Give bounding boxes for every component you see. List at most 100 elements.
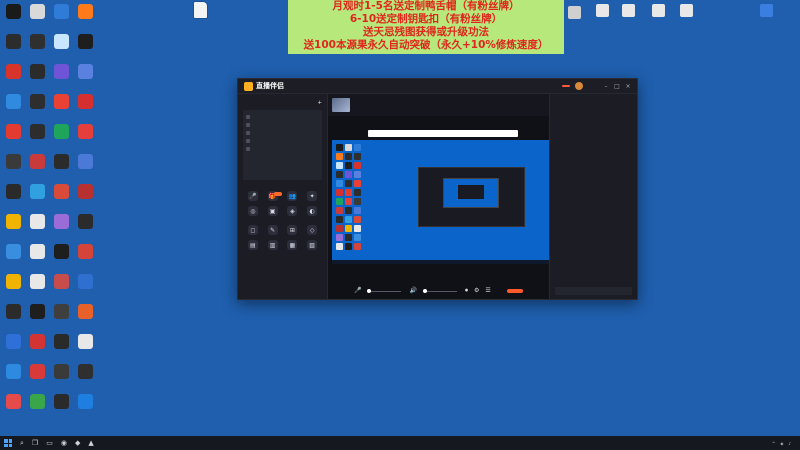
desktop-shortcut-icon[interactable]: [74, 272, 97, 302]
tool-button[interactable]: ▧: [302, 240, 322, 251]
desktop-shortcut-icon[interactable]: [26, 122, 49, 152]
desktop-file-icon[interactable]: [185, 2, 215, 29]
go-live-title-button[interactable]: [562, 85, 570, 87]
stream-thumbnail[interactable]: [332, 98, 350, 112]
desktop-shortcut-icon[interactable]: [560, 6, 588, 30]
desktop-shortcut-icon[interactable]: [50, 272, 73, 302]
tool-button[interactable]: ⊞: [283, 225, 303, 236]
desktop-shortcut-icon[interactable]: [74, 92, 97, 122]
scene-source-row[interactable]: [246, 113, 319, 121]
tool-button[interactable]: 👥: [283, 191, 303, 202]
desktop-shortcut-icon[interactable]: [74, 2, 97, 32]
desktop-shortcut-icon[interactable]: [50, 152, 73, 182]
desktop-shortcut-icon[interactable]: [26, 2, 49, 32]
desktop-shortcut-icon[interactable]: [74, 62, 97, 92]
minimize-icon[interactable]: –: [603, 83, 609, 90]
desktop-shortcut-icon[interactable]: [2, 32, 25, 62]
desktop-shortcut-icon[interactable]: [2, 362, 25, 392]
desktop-shortcut-icon[interactable]: [2, 242, 25, 272]
desktop-shortcut-icon[interactable]: [26, 62, 49, 92]
desktop-shortcut-icon[interactable]: [2, 212, 25, 242]
desktop-shortcut-icon[interactable]: [74, 32, 97, 62]
desktop-shortcut-icon[interactable]: [74, 182, 97, 212]
tool-button[interactable]: ◎: [243, 206, 263, 217]
desktop-shortcut-icon[interactable]: [2, 2, 25, 32]
desktop-shortcut-icon[interactable]: [26, 152, 49, 182]
desktop-shortcut-icon[interactable]: [614, 4, 642, 28]
add-scene-icon[interactable]: +: [317, 100, 322, 106]
settings-control[interactable]: ⚙: [474, 287, 479, 295]
desktop-shortcut-icon[interactable]: [74, 302, 97, 332]
desktop-shortcut-icon[interactable]: [74, 332, 97, 362]
desktop-shortcut-icon[interactable]: [74, 362, 97, 392]
app-taskbar-icon[interactable]: ◆: [75, 439, 80, 447]
volume-icon[interactable]: ♪: [788, 441, 791, 446]
desktop-shortcut-icon[interactable]: [50, 122, 73, 152]
desktop-shortcut-icon[interactable]: [50, 362, 73, 392]
desktop-shortcut-icon[interactable]: [26, 272, 49, 302]
more-control[interactable]: ☰: [485, 287, 490, 295]
tool-button[interactable]: ✎: [263, 225, 283, 236]
chat-input[interactable]: [555, 287, 632, 295]
desktop-shortcut-icon[interactable]: [50, 32, 73, 62]
tool-button[interactable]: ✦: [302, 191, 322, 202]
desktop-shortcut-icon[interactable]: [2, 302, 25, 332]
desktop-shortcut-icon[interactable]: [26, 332, 49, 362]
record-control[interactable]: ⏺: [465, 287, 468, 296]
start-live-button[interactable]: [507, 289, 523, 293]
desktop-shortcut-icon[interactable]: [672, 4, 700, 28]
desktop-shortcut-icon[interactable]: [50, 302, 73, 332]
desktop-shortcut-icon[interactable]: [588, 4, 616, 28]
desktop-shortcut-icon[interactable]: [50, 332, 73, 362]
desktop-shortcut-icon[interactable]: [74, 122, 97, 152]
speaker-control[interactable]: 🔊: [409, 287, 416, 295]
desktop-shortcut-icon[interactable]: [2, 332, 25, 362]
tool-button[interactable]: ◐: [302, 206, 322, 217]
desktop-shortcut-icon[interactable]: [50, 2, 73, 32]
mic-volume-slider[interactable]: [367, 288, 403, 293]
mic-control[interactable]: 🎤: [354, 287, 361, 295]
desktop-shortcut-icon[interactable]: [26, 302, 49, 332]
desktop-shortcut-icon[interactable]: [50, 242, 73, 272]
desktop-shortcut-icon[interactable]: [26, 92, 49, 122]
desktop-shortcut-icon[interactable]: [26, 182, 49, 212]
desktop-shortcut-icon[interactable]: [2, 392, 25, 422]
orange-tip-banner[interactable]: [274, 192, 282, 196]
desktop-shortcut-icon[interactable]: [26, 362, 49, 392]
desktop-shortcut-icon[interactable]: [50, 62, 73, 92]
close-icon[interactable]: ×: [625, 83, 631, 90]
desktop-shortcut-icon[interactable]: [26, 392, 49, 422]
desktop-shortcut-icon[interactable]: [26, 242, 49, 272]
windows-start-icon[interactable]: [4, 439, 12, 447]
scene-source-row[interactable]: [246, 129, 319, 137]
chevron-up-icon[interactable]: ^: [772, 441, 775, 446]
desktop-shortcut-icon[interactable]: [2, 122, 25, 152]
tool-button[interactable]: ▥: [263, 240, 283, 251]
desktop-shortcut-icon[interactable]: [2, 182, 25, 212]
notice-bar[interactable]: [368, 130, 518, 137]
desktop-shortcut-icon[interactable]: [50, 392, 73, 422]
network-icon[interactable]: ◈: [780, 441, 783, 446]
desktop-shortcut-icon[interactable]: [26, 212, 49, 242]
tool-button[interactable]: ◻: [243, 225, 263, 236]
desktop-shortcut-icon[interactable]: [2, 62, 25, 92]
desktop-shortcut-icon[interactable]: [2, 92, 25, 122]
desktop-shortcut-icon[interactable]: [752, 4, 780, 28]
desktop-shortcut-icon[interactable]: [74, 392, 97, 422]
desktop-shortcut-icon[interactable]: [26, 32, 49, 62]
desktop-shortcut-icon[interactable]: [74, 212, 97, 242]
desktop-shortcut-icon[interactable]: [2, 272, 25, 302]
tool-button[interactable]: ▦: [283, 240, 303, 251]
app-titlebar[interactable]: 直播伴侣 – □ ×: [238, 79, 637, 94]
scene-source-row[interactable]: [246, 121, 319, 129]
scene-source-row[interactable]: [246, 137, 319, 145]
task-view-icon[interactable]: ❐: [32, 439, 38, 447]
desktop-shortcut-icon[interactable]: [50, 92, 73, 122]
tool-button[interactable]: ▤: [243, 240, 263, 251]
tool-button[interactable]: ◇: [302, 225, 322, 236]
tool-button[interactable]: ◈: [283, 206, 303, 217]
desktop-shortcut-icon[interactable]: [74, 242, 97, 272]
desktop-shortcut-icon[interactable]: [50, 212, 73, 242]
scene-source-row[interactable]: [246, 145, 319, 153]
desktop-shortcut-icon[interactable]: [74, 152, 97, 182]
